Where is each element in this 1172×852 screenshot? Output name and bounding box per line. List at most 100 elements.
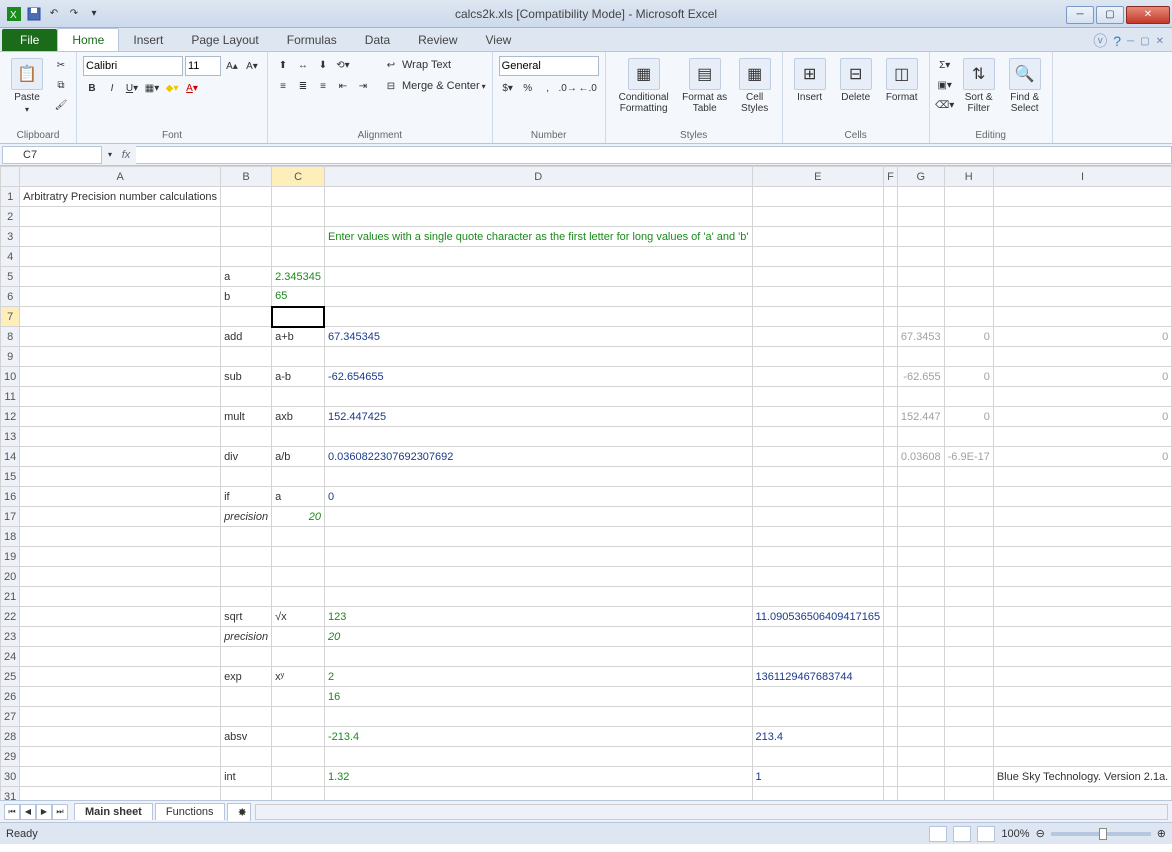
cell-H30[interactable] [944, 767, 993, 787]
view-pagebreak-icon[interactable] [977, 826, 995, 842]
cell-D9[interactable] [324, 347, 752, 367]
cell-C22[interactable]: √x [272, 607, 325, 627]
cell-C9[interactable] [272, 347, 325, 367]
cell-I31[interactable] [993, 787, 1171, 801]
zoom-slider[interactable] [1051, 832, 1151, 836]
cell-C27[interactable] [272, 707, 325, 727]
cell-I18[interactable] [993, 527, 1171, 547]
cell-E30[interactable]: 1 [752, 767, 884, 787]
tab-insert[interactable]: Insert [119, 29, 177, 51]
help-icon[interactable]: ? [1113, 33, 1121, 49]
tab-home[interactable]: Home [57, 28, 119, 51]
percent-icon[interactable]: % [519, 79, 537, 97]
cell-I14[interactable]: 0 [993, 447, 1171, 467]
align-middle-icon[interactable]: ↔ [294, 56, 312, 74]
cell-G12[interactable]: 152.447 [897, 407, 944, 427]
cell-E29[interactable] [752, 747, 884, 767]
cell-C11[interactable] [272, 387, 325, 407]
cell-G21[interactable] [897, 587, 944, 607]
cell-B25[interactable]: exp [221, 667, 272, 687]
cell-G2[interactable] [897, 207, 944, 227]
close-button[interactable]: ✕ [1126, 6, 1170, 24]
row-header-4[interactable]: 4 [1, 247, 20, 267]
row-header-12[interactable]: 12 [1, 407, 20, 427]
select-all-corner[interactable] [1, 167, 20, 187]
cell-D10[interactable]: -62.654655 [324, 367, 752, 387]
bold-button[interactable]: B [83, 79, 101, 97]
font-name-select[interactable] [83, 56, 183, 76]
cell-D2[interactable] [324, 207, 752, 227]
align-left-icon[interactable]: ≡ [274, 77, 292, 95]
cell-B18[interactable] [221, 527, 272, 547]
cell-E13[interactable] [752, 427, 884, 447]
cell-D7[interactable] [324, 307, 752, 327]
cell-C29[interactable] [272, 747, 325, 767]
cell-G8[interactable]: 67.3453 [897, 327, 944, 347]
formula-input[interactable] [136, 146, 1172, 164]
column-header-H[interactable]: H [944, 167, 993, 187]
column-header-A[interactable]: A [20, 167, 221, 187]
cell-E23[interactable] [752, 627, 884, 647]
cell-F11[interactable] [884, 387, 898, 407]
cell-F13[interactable] [884, 427, 898, 447]
cell-G11[interactable] [897, 387, 944, 407]
cell-I16[interactable] [993, 487, 1171, 507]
cell-H20[interactable] [944, 567, 993, 587]
cell-H7[interactable] [944, 307, 993, 327]
cell-E22[interactable]: 11.090536506409417165 [752, 607, 884, 627]
cell-I15[interactable] [993, 467, 1171, 487]
cell-H23[interactable] [944, 627, 993, 647]
cell-A11[interactable] [20, 387, 221, 407]
cell-D15[interactable] [324, 467, 752, 487]
row-header-29[interactable]: 29 [1, 747, 20, 767]
cell-E11[interactable] [752, 387, 884, 407]
cell-I27[interactable] [993, 707, 1171, 727]
cell-C26[interactable] [272, 687, 325, 707]
cell-B28[interactable]: absv [221, 727, 272, 747]
cell-B8[interactable]: add [221, 327, 272, 347]
row-header-2[interactable]: 2 [1, 207, 20, 227]
cell-B21[interactable] [221, 587, 272, 607]
cell-H6[interactable] [944, 287, 993, 307]
cell-A5[interactable] [20, 267, 221, 287]
cell-F24[interactable] [884, 647, 898, 667]
cell-F4[interactable] [884, 247, 898, 267]
cell-B19[interactable] [221, 547, 272, 567]
cell-D24[interactable] [324, 647, 752, 667]
decrease-indent-icon[interactable]: ⇤ [334, 77, 352, 95]
cell-H5[interactable] [944, 267, 993, 287]
cell-G20[interactable] [897, 567, 944, 587]
cell-H9[interactable] [944, 347, 993, 367]
decrease-font-icon[interactable]: A▾ [243, 57, 261, 75]
cell-E21[interactable] [752, 587, 884, 607]
cell-F6[interactable] [884, 287, 898, 307]
cell-D4[interactable] [324, 247, 752, 267]
cell-A3[interactable] [20, 227, 221, 247]
cell-E12[interactable] [752, 407, 884, 427]
increase-indent-icon[interactable]: ⇥ [354, 77, 372, 95]
cell-A21[interactable] [20, 587, 221, 607]
cell-H18[interactable] [944, 527, 993, 547]
cell-C14[interactable]: a/b [272, 447, 325, 467]
cell-A26[interactable] [20, 687, 221, 707]
cell-F16[interactable] [884, 487, 898, 507]
cell-F5[interactable] [884, 267, 898, 287]
cell-I23[interactable] [993, 627, 1171, 647]
cell-D19[interactable] [324, 547, 752, 567]
cell-A17[interactable] [20, 507, 221, 527]
cell-A8[interactable] [20, 327, 221, 347]
cell-D3[interactable]: Enter values with a single quote charact… [324, 227, 752, 247]
minimize-button[interactable]: ─ [1066, 6, 1094, 24]
row-header-18[interactable]: 18 [1, 527, 20, 547]
row-header-13[interactable]: 13 [1, 427, 20, 447]
delete-cells-button[interactable]: ⊟Delete [835, 54, 877, 128]
row-header-19[interactable]: 19 [1, 547, 20, 567]
cell-C30[interactable] [272, 767, 325, 787]
cell-D20[interactable] [324, 567, 752, 587]
cell-F26[interactable] [884, 687, 898, 707]
cell-I7[interactable] [993, 307, 1171, 327]
clear-icon[interactable]: ⌫▾ [936, 96, 954, 114]
cell-F21[interactable] [884, 587, 898, 607]
cell-G15[interactable] [897, 467, 944, 487]
cell-G22[interactable] [897, 607, 944, 627]
